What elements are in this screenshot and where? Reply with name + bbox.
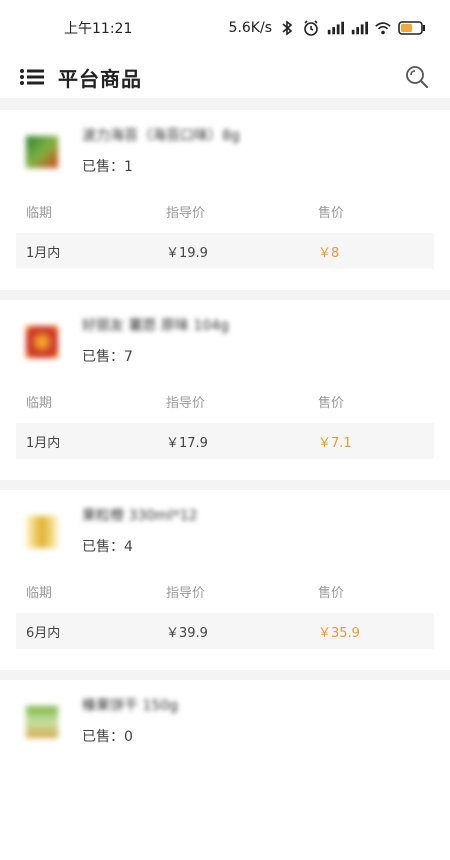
guide-price-value: ￥39.9: [166, 625, 208, 641]
sale-price-header: 售价: [318, 206, 345, 221]
expiry-header: 临期: [26, 206, 53, 221]
network-speed: 5.6K/s: [228, 20, 272, 36]
expiry-header: 临期: [26, 586, 53, 601]
status-time: 上午11:21: [64, 21, 133, 37]
guide-price-value: ￥17.9: [166, 435, 208, 451]
app-header: 平台商品: [0, 56, 450, 98]
expiry-value: 1月内: [26, 435, 61, 451]
product-card[interactable]: 好丽友 薯愿 原味 104g 已售：7 临期 指导价 售价 1月内 ￥17.9 …: [0, 300, 450, 480]
product-name: 榛果饼干 150g: [82, 698, 179, 714]
product-thumbnail: [20, 130, 64, 174]
price-values-row: 6月内 ￥39.9 ￥35.9: [16, 613, 434, 649]
price-header-row: 临期 指导价 售价: [16, 202, 434, 221]
price-values-row: 1月内 ￥17.9 ￥7.1: [16, 423, 434, 459]
sale-price-header: 售价: [318, 586, 345, 601]
guide-price-header: 指导价: [166, 396, 206, 411]
product-name: 果粒橙 330ml*12: [82, 508, 198, 524]
status-bar: 上午11:21 5.6K/s: [0, 0, 450, 56]
search-icon[interactable]: [402, 62, 432, 92]
product-list: 波力海苔（海苔口味）8g 已售：1 临期 指导价 售价 1月内 ￥19.9 ￥8…: [0, 98, 450, 860]
menu-icon[interactable]: [18, 67, 46, 87]
sold-count: 已售：7: [82, 349, 133, 365]
alarm-icon: [302, 19, 320, 37]
product-thumbnail: [20, 320, 64, 364]
sale-price-value: ￥35.9: [318, 625, 360, 641]
product-card[interactable]: 波力海苔（海苔口味）8g 已售：1 临期 指导价 售价 1月内 ￥19.9 ￥8: [0, 110, 450, 290]
sold-count: 已售：4: [82, 539, 133, 555]
price-header-row: 临期 指导价 售价: [16, 392, 434, 411]
price-header-row: 临期 指导价 售价: [16, 582, 434, 601]
signal-hd-icon: [326, 19, 344, 37]
sale-price-value: ￥8: [318, 245, 340, 261]
wifi-icon: [374, 19, 392, 37]
product-name: 好丽友 薯愿 原味 104g: [82, 318, 229, 334]
sold-count: 已售：0: [82, 729, 133, 745]
sale-price-header: 售价: [318, 396, 345, 411]
product-thumbnail: [20, 510, 64, 554]
signal-icon: [350, 19, 368, 37]
battery-icon: [398, 19, 426, 37]
price-values-row: 1月内 ￥19.9 ￥8: [16, 233, 434, 269]
product-card[interactable]: 果粒橙 330ml*12 已售：4 临期 指导价 售价 6月内 ￥39.9 ￥3…: [0, 490, 450, 670]
guide-price-header: 指导价: [166, 586, 206, 601]
product-name: 波力海苔（海苔口味）8g: [82, 128, 240, 144]
product-thumbnail: [20, 700, 64, 744]
sold-count: 已售：1: [82, 159, 133, 175]
page-title: 平台商品: [58, 66, 142, 91]
expiry-header: 临期: [26, 396, 53, 411]
expiry-value: 6月内: [26, 625, 61, 641]
bluetooth-icon: [278, 19, 296, 37]
product-card[interactable]: 榛果饼干 150g 已售：0: [0, 680, 450, 860]
guide-price-value: ￥19.9: [166, 245, 208, 261]
guide-price-header: 指导价: [166, 206, 206, 221]
status-icons: 5.6K/s: [229, 19, 426, 37]
expiry-value: 1月内: [26, 245, 61, 261]
sale-price-value: ￥7.1: [318, 435, 352, 451]
